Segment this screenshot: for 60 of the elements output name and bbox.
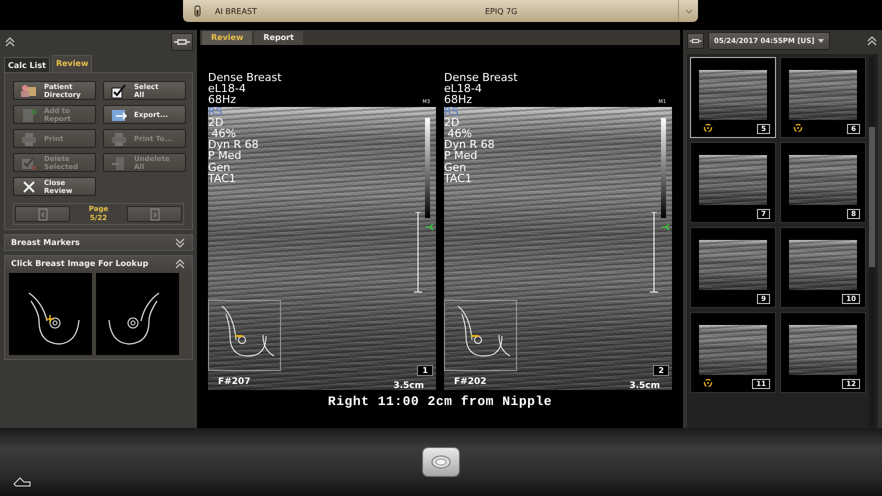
section-header[interactable]: Click Breast Image For Lookup [5, 256, 192, 271]
system-name: EPIQ 7G [485, 6, 518, 16]
focus-marker-icon [661, 222, 670, 232]
scan-annotation: eL18-4 [208, 83, 247, 94]
printer-icon [110, 130, 128, 146]
panel-tab[interactable]: Calc List [4, 57, 50, 72]
scan-annotation: TAC1 [208, 172, 237, 184]
scan-annotation: 46% [447, 128, 472, 140]
scan-annotation: Gen [208, 162, 230, 173]
scan-annotation: Gen [444, 162, 466, 173]
next-page-button[interactable] [127, 206, 182, 222]
image-number: 2 [653, 365, 669, 376]
page-forward-icon [148, 208, 160, 220]
scrollbar[interactable] [869, 57, 875, 427]
scan-annotation: 2D [444, 116, 460, 128]
previous-page-button[interactable] [15, 206, 70, 222]
image-caption: Right 11:00 2cm from Nipple [326, 394, 554, 409]
scan-annotation: P Med [208, 150, 242, 162]
frame-number: F#202 [454, 377, 486, 387]
image-number: 1 [417, 365, 433, 376]
viewer-tab[interactable]: Review [202, 31, 252, 45]
preset-name: AI BREAST [215, 6, 258, 16]
scan-annotation: eL18-4 [444, 83, 483, 94]
scan-annotation: 46% [211, 128, 236, 140]
expand-icon[interactable] [174, 236, 186, 248]
checklist-delete-icon [20, 154, 38, 170]
ultrasound-image[interactable] [208, 107, 436, 390]
caret-icon [818, 39, 824, 43]
collapse-icon[interactable] [866, 35, 878, 47]
probe-icon [193, 5, 202, 17]
scan-annotation: Dyn R 68 [444, 139, 496, 150]
scan-annotation: RS [444, 106, 460, 117]
disc-icon [431, 455, 451, 469]
scan-annotation: 2D [208, 116, 224, 128]
home-button[interactable] [422, 447, 460, 477]
checklist-icon [110, 82, 128, 98]
section-header[interactable]: Breast Markers [5, 235, 192, 250]
printer-icon [20, 130, 38, 146]
panel-tab[interactable]: Review [52, 55, 92, 72]
scan-annotation: Dense Breast [444, 72, 518, 84]
pin-button[interactable] [687, 33, 704, 49]
scan-annotation: TAC1 [444, 172, 473, 184]
scan-annotation: Dyn R 68 [208, 139, 260, 150]
depth-label: 3.5cm [393, 381, 424, 391]
scan-annotation: Dense Breast [208, 72, 282, 84]
frame-number: F#207 [218, 377, 250, 387]
collapse-icon[interactable] [174, 258, 186, 270]
scan-annotation: RS [208, 106, 224, 117]
patient-folder-icon [20, 82, 38, 98]
scan-annotation: P Med [444, 150, 478, 162]
scan-annotation: 68Hz [444, 94, 474, 106]
depth-label: 3.5cm [629, 381, 660, 391]
pin-button[interactable] [171, 33, 193, 51]
focus-marker-icon [425, 222, 434, 232]
viewer-tab[interactable]: Report [254, 31, 303, 45]
scan-annotation: 68Hz [208, 94, 238, 106]
ultrasound-image[interactable] [444, 107, 672, 390]
collapse-icon[interactable] [4, 36, 16, 48]
document-add-icon [20, 106, 38, 122]
page-back-icon [36, 208, 48, 220]
